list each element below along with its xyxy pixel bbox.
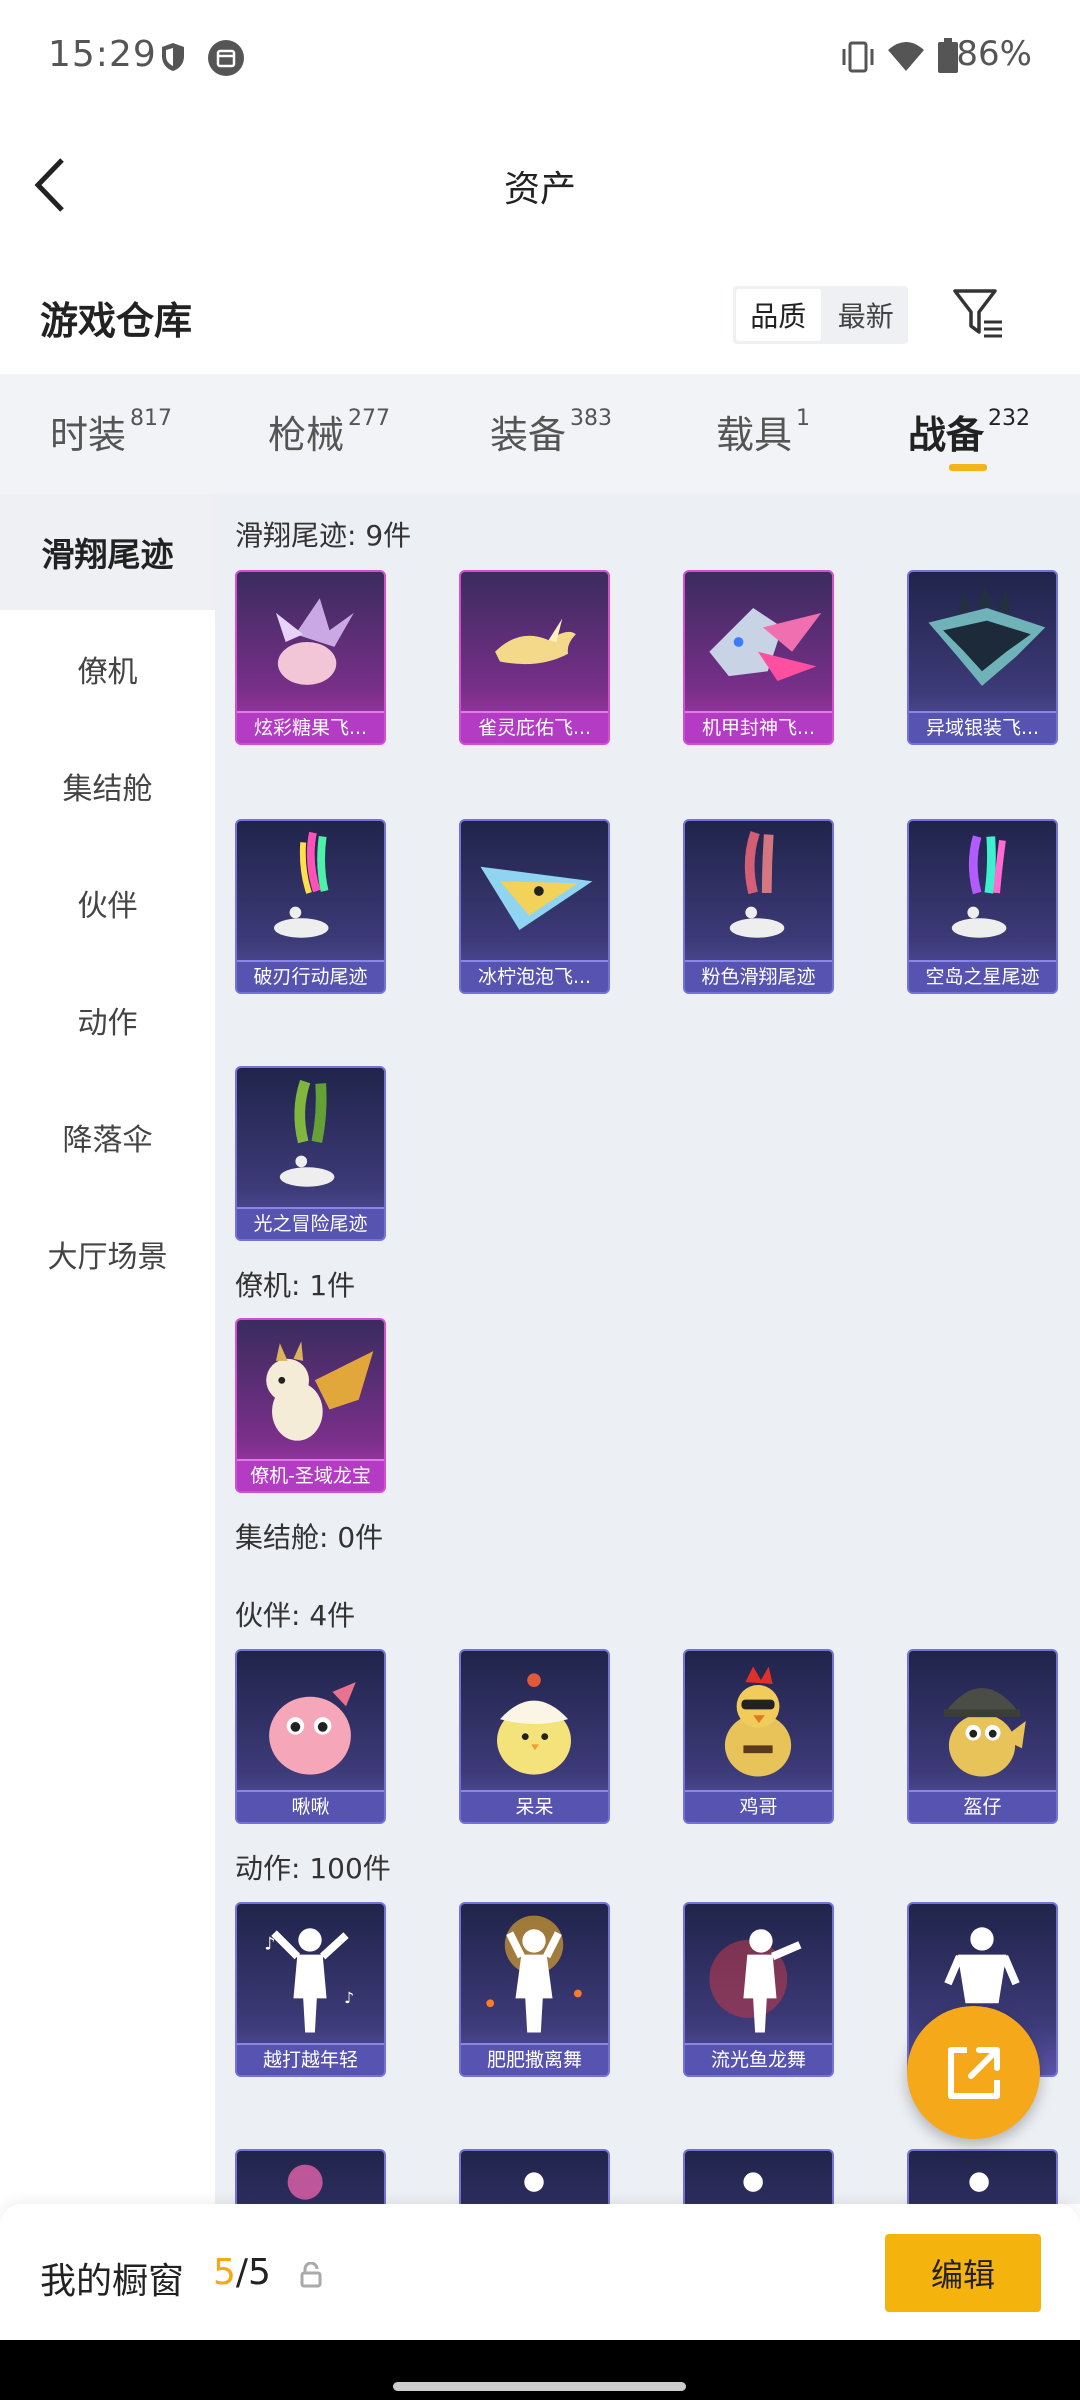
svg-text:♪: ♪: [344, 1989, 354, 2007]
item-card[interactable]: 呆呆: [459, 1649, 610, 1824]
vibrate-icon: [840, 40, 876, 78]
item-card[interactable]: 炫彩糖果飞...: [235, 570, 386, 745]
item-card[interactable]: 雀灵庇佑飞...: [459, 570, 610, 745]
emote-icon: [969, 2172, 989, 2192]
pink-trail-icon: [729, 831, 785, 938]
sidebar: 滑翔尾迹 僚机 集结舱 伙伴 动作 降落伞 大厅场景: [0, 494, 215, 2204]
filter-icon: [953, 289, 1002, 338]
tab-firearms[interactable]: 枪械 277: [268, 404, 390, 459]
sidebar-item-glide-trail[interactable]: 滑翔尾迹: [0, 494, 215, 610]
item-card[interactable]: 盔仔: [907, 1649, 1058, 1824]
warehouse-title: 游戏仓库: [40, 299, 193, 343]
helmet-chick-partner-icon: [944, 1687, 1026, 1777]
item-card[interactable]: 肥肥撒离舞: [459, 1902, 610, 2077]
item-card[interactable]: ♪ ♪ 越打越年轻: [235, 1902, 386, 2077]
sort-toggle: 品质 最新: [733, 286, 908, 344]
item-card[interactable]: 粉色滑翔尾迹: [683, 819, 834, 994]
system-nav-bar: [0, 2340, 1080, 2400]
pink-bird-partner-icon: [269, 1682, 356, 1775]
item-card[interactable]: 破刃行动尾迹: [235, 819, 386, 994]
emote-icon: [524, 2172, 544, 2192]
section-title-emote: 动作: 100件: [235, 1852, 391, 1885]
item-card[interactable]: 啾啾: [235, 1649, 386, 1824]
emote-icon: [287, 2164, 323, 2200]
sky-star-trail-icon: [951, 835, 1007, 938]
item-card[interactable]: 鸡哥: [683, 1649, 834, 1824]
light-adventure-trail-icon: [279, 1079, 335, 1187]
category-tabs: 时装 817 枪械 277 装备 383 载具 1 战备 232: [0, 374, 1080, 494]
lock-icon: [300, 2261, 322, 2292]
item-card[interactable]: [683, 2149, 834, 2204]
item-card[interactable]: [459, 2149, 610, 2204]
sort-option-newest[interactable]: 最新: [824, 286, 909, 344]
sort-option-quality[interactable]: 品质: [736, 289, 821, 341]
item-card[interactable]: [235, 2149, 386, 2204]
section-title-wingman: 僚机: 1件: [235, 1269, 356, 1302]
sidebar-item-rally-pod[interactable]: 集结舱: [0, 728, 215, 844]
section-title-partner: 伙伴: 4件: [235, 1599, 356, 1632]
dance-emote-icon: ♪♪: [264, 1928, 354, 2033]
rainbow-trail-icon: [273, 831, 329, 938]
exotic-silver-glider-icon: [928, 583, 1046, 686]
section-title-rally-pod: 集结舱: 0件: [235, 1521, 384, 1554]
section-title-glide-trail: 滑翔尾迹: 9件: [235, 519, 412, 552]
battery-level: 86%: [956, 34, 1032, 74]
active-tab-indicator: [949, 464, 987, 471]
golden-bird-glider-icon: [495, 618, 576, 665]
mech-wolf-glider-icon: [709, 607, 822, 681]
share-button[interactable]: [907, 2006, 1040, 2139]
tab-equipment[interactable]: 装备 383: [490, 404, 612, 459]
item-card[interactable]: 光之冒险尾迹: [235, 1066, 386, 1241]
external-link-icon: [948, 2047, 1000, 2099]
item-list: 滑翔尾迹: 9件 炫彩糖果飞... 雀灵庇佑飞... 机甲封神飞... 异域银装…: [215, 494, 1080, 2204]
sidebar-item-partner[interactable]: 伙伴: [0, 845, 215, 961]
fish-dragon-dance-emote-icon: [709, 1929, 802, 2033]
tab-fashion[interactable]: 时装 817: [50, 404, 172, 459]
status-bar: 15:29 86%: [0, 0, 1080, 110]
item-card[interactable]: 空岛之星尾迹: [907, 819, 1058, 994]
tab-vehicles[interactable]: 载具 1: [716, 404, 810, 459]
sidebar-item-emote[interactable]: 动作: [0, 962, 215, 1078]
filter-button[interactable]: [952, 286, 1004, 342]
showcase-bar: 我的橱窗 5/5 编辑: [0, 2204, 1080, 2340]
home-gesture-bar[interactable]: [393, 2382, 686, 2391]
sidebar-item-parachute[interactable]: 降落伞: [0, 1079, 215, 1195]
item-card[interactable]: 异域银装飞...: [907, 570, 1058, 745]
calendar-icon: [208, 40, 244, 80]
sidebar-item-wingman[interactable]: 僚机: [0, 611, 215, 727]
chick-partner-icon: [497, 1673, 572, 1775]
item-card[interactable]: 流光鱼龙舞: [683, 1902, 834, 2077]
rooster-partner-icon: [724, 1666, 792, 1777]
svg-text:♪: ♪: [264, 1935, 275, 1955]
item-card[interactable]: 僚机-圣域龙宝: [235, 1318, 386, 1493]
shield-icon: [160, 42, 186, 76]
page-title: 资产: [503, 169, 576, 210]
emote-icon: [743, 2172, 763, 2192]
tab-combat-gear[interactable]: 战备 232: [908, 404, 1030, 459]
app-header: 资产: [0, 110, 1080, 260]
item-card[interactable]: [907, 2149, 1058, 2204]
dragon-wingman-icon: [266, 1341, 374, 1441]
wifi-icon: [886, 40, 926, 76]
sidebar-item-lobby-scene[interactable]: 大厅场景: [0, 1196, 215, 1312]
lemon-plane-icon: [480, 866, 593, 930]
showcase-count: 5/5: [213, 2252, 271, 2293]
candy-glider-icon: [275, 598, 354, 685]
item-card[interactable]: 冰柠泡泡飞...: [459, 819, 610, 994]
clock: 15:29: [48, 34, 157, 75]
edit-button[interactable]: 编辑: [885, 2234, 1041, 2312]
item-card[interactable]: 机甲封神飞...: [683, 570, 834, 745]
firework-dance-emote-icon: [486, 1915, 582, 2033]
showcase-label: 我的橱窗: [40, 2261, 185, 2302]
